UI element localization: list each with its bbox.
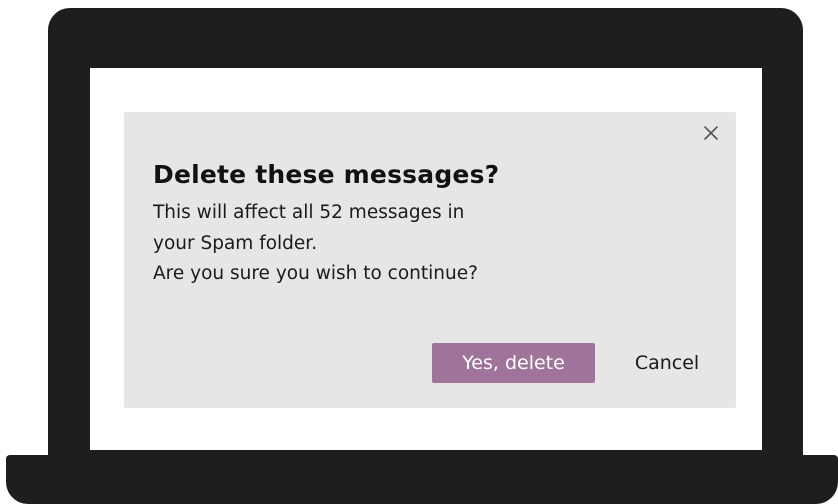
delete-confirmation-dialog: Delete these messages? This will affect … — [124, 112, 736, 408]
dialog-title: Delete these messages? — [153, 160, 500, 189]
close-button[interactable] — [700, 122, 722, 144]
close-icon — [704, 126, 718, 140]
dialog-message: This will affect all 52 messages in your… — [153, 198, 623, 290]
laptop-base — [6, 455, 838, 504]
confirm-delete-button[interactable]: Yes, delete — [432, 343, 595, 383]
dialog-message-line: your Spam folder. — [153, 232, 318, 254]
laptop-screen: Delete these messages? This will affect … — [90, 68, 762, 450]
cancel-button[interactable]: Cancel — [612, 343, 722, 383]
dialog-message-line: This will affect all 52 messages in — [153, 202, 465, 223]
dialog-message-line: Are you sure you wish to continue? — [153, 263, 478, 284]
